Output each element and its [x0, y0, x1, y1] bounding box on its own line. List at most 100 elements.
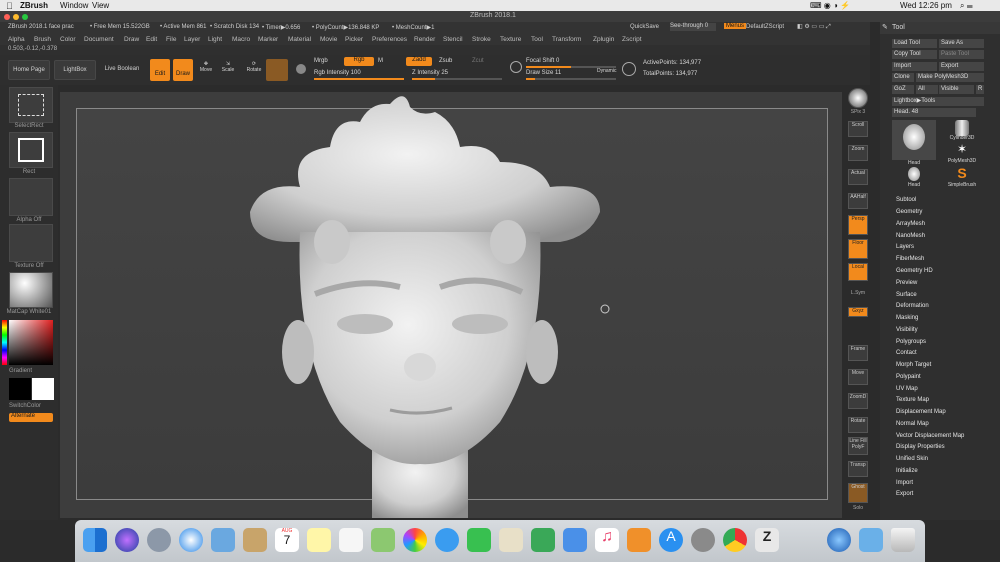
finder-icon[interactable] — [83, 528, 107, 552]
system-preferences-icon[interactable] — [691, 528, 715, 552]
copy-tool-button[interactable]: Copy Tool — [892, 50, 937, 59]
visible-button[interactable]: Visible — [939, 85, 974, 94]
live-boolean-button[interactable]: Live Boolean — [100, 60, 144, 80]
make-polymesh-button[interactable]: Make PolyMesh3D — [916, 73, 984, 82]
head-model[interactable] — [60, 92, 842, 518]
thumb-head[interactable] — [892, 120, 936, 160]
section-contact[interactable]: Contact — [896, 350, 917, 356]
keynote-icon[interactable] — [563, 528, 587, 552]
section-unified-skin[interactable]: Unified Skin — [896, 456, 928, 462]
mrgb-button[interactable]: Mrgb — [314, 58, 328, 64]
section-nanomesh[interactable]: NanoMesh — [896, 233, 925, 239]
menu-draw[interactable]: Draw — [124, 36, 139, 43]
section-fibermesh[interactable]: FiberMesh — [896, 256, 924, 262]
zoom-icon[interactable] — [22, 14, 28, 20]
clone-button[interactable]: Clone — [892, 73, 914, 82]
section-arraymesh[interactable]: ArrayMesh — [896, 221, 925, 227]
menu-preferences[interactable]: Preferences — [372, 36, 407, 43]
section-geometry-hd[interactable]: Geometry HD — [896, 268, 933, 274]
section-polygroups[interactable]: Polygroups — [896, 339, 926, 345]
tool-panel-header[interactable]: ✎ Tool — [880, 22, 1000, 34]
scale-button[interactable]: ⇲ Scale — [220, 61, 236, 73]
menu-material[interactable]: Material — [288, 36, 311, 43]
section-displacement-map[interactable]: Displacement Map — [896, 409, 946, 415]
floor-button[interactable]: Floor — [848, 239, 868, 259]
select-rect-button[interactable] — [9, 87, 53, 123]
notes-app-icon[interactable] — [243, 528, 267, 552]
lsym-button[interactable]: L.Sym — [843, 290, 873, 296]
scroll-button[interactable]: Scroll — [848, 121, 868, 137]
stickies-icon[interactable] — [307, 528, 331, 552]
switch-color-button[interactable]: SwitchColor — [9, 403, 67, 409]
zoomd-button[interactable]: ZoomD — [848, 393, 868, 409]
thumb-simplebrush[interactable]: S — [940, 165, 984, 183]
menu-color[interactable]: Color — [60, 36, 76, 43]
zoom-button[interactable]: Zoom — [848, 145, 868, 161]
trash-icon[interactable] — [891, 528, 915, 552]
reminders-icon[interactable] — [339, 528, 363, 552]
matcap-button[interactable] — [9, 272, 53, 308]
aahalf-button[interactable]: AAHalf — [848, 193, 868, 209]
ibooks-icon[interactable] — [627, 528, 651, 552]
minimize-icon[interactable] — [13, 14, 19, 20]
polyf-button[interactable]: Line Fill PolyF — [848, 437, 868, 455]
ghost-button[interactable]: Ghost — [848, 483, 868, 503]
section-initialize[interactable]: Initialize — [896, 468, 918, 474]
rotate-button[interactable]: ⟳ Rotate — [244, 61, 264, 73]
bpr-button[interactable] — [848, 88, 868, 108]
gxyz-button[interactable]: Gxyz — [848, 307, 868, 317]
section-normal-map[interactable]: Normal Map — [896, 421, 929, 427]
goz-button[interactable]: GoZ — [892, 85, 914, 94]
menu-light[interactable]: Light — [208, 36, 222, 43]
transp-button[interactable]: Transp — [848, 461, 868, 477]
safari-icon[interactable] — [179, 528, 203, 552]
menu-marker[interactable]: Marker — [258, 36, 278, 43]
secondary-color-swatch[interactable] — [32, 378, 54, 400]
menu-zplugin[interactable]: Zplugin — [593, 36, 614, 43]
rect-button[interactable] — [9, 132, 53, 168]
menu-transform[interactable]: Transform — [552, 36, 581, 43]
menus-button[interactable]: Menus — [724, 23, 747, 29]
maps-icon[interactable] — [371, 528, 395, 552]
facetime-icon[interactable] — [467, 528, 491, 552]
rotate-view-button[interactable]: Rotate — [848, 417, 868, 433]
spix-label[interactable]: SPix 3 — [843, 109, 873, 115]
messages-icon[interactable] — [435, 528, 459, 552]
lightbox-tools-button[interactable]: Lightbox▶Tools — [892, 97, 984, 106]
menu-brush[interactable]: Brush — [34, 36, 51, 43]
menu-layer[interactable]: Layer — [184, 36, 200, 43]
menu-edit[interactable]: Edit — [146, 36, 157, 43]
m-button[interactable]: M — [378, 58, 383, 64]
section-geometry[interactable]: Geometry — [896, 209, 922, 215]
alpha-button[interactable] — [9, 178, 53, 216]
menu-alpha[interactable]: Alpha — [8, 36, 25, 43]
material-sphere-icon[interactable] — [266, 59, 288, 81]
menu-zscript[interactable]: Zscript — [622, 36, 642, 43]
lightbox-button[interactable]: LightBox — [54, 60, 96, 80]
hue-strip[interactable] — [2, 320, 7, 365]
draw-button[interactable]: Draw — [173, 59, 193, 81]
all-button[interactable]: All — [916, 85, 938, 94]
menu-macro[interactable]: Macro — [232, 36, 250, 43]
section-polypaint[interactable]: Polypaint — [896, 374, 921, 380]
paste-tool-button[interactable]: Paste Tool — [939, 50, 984, 59]
rgb-button[interactable]: Rgb — [344, 57, 374, 66]
section-layers[interactable]: Layers — [896, 244, 914, 250]
menu-view[interactable]: View — [92, 1, 109, 10]
apple-icon[interactable]:  — [6, 1, 13, 11]
menu-file[interactable]: File — [166, 36, 176, 43]
menu-stroke[interactable]: Stroke — [472, 36, 491, 43]
mail-icon[interactable] — [211, 528, 235, 552]
menu-picker[interactable]: Picker — [345, 36, 363, 43]
persp-button[interactable]: Persp — [848, 215, 868, 235]
launchpad-icon[interactable] — [147, 528, 171, 552]
app-menu[interactable]: ZBrush — [20, 1, 48, 10]
z-intensity-slider[interactable] — [412, 78, 502, 80]
section-deformation[interactable]: Deformation — [896, 303, 929, 309]
color-picker[interactable] — [9, 320, 53, 365]
quicksave-button[interactable]: QuickSave — [630, 24, 659, 30]
menu-window[interactable]: Window — [60, 1, 88, 10]
section-export[interactable]: Export — [896, 491, 913, 497]
siri-icon[interactable] — [115, 528, 139, 552]
load-tool-button[interactable]: Load Tool — [892, 39, 937, 48]
